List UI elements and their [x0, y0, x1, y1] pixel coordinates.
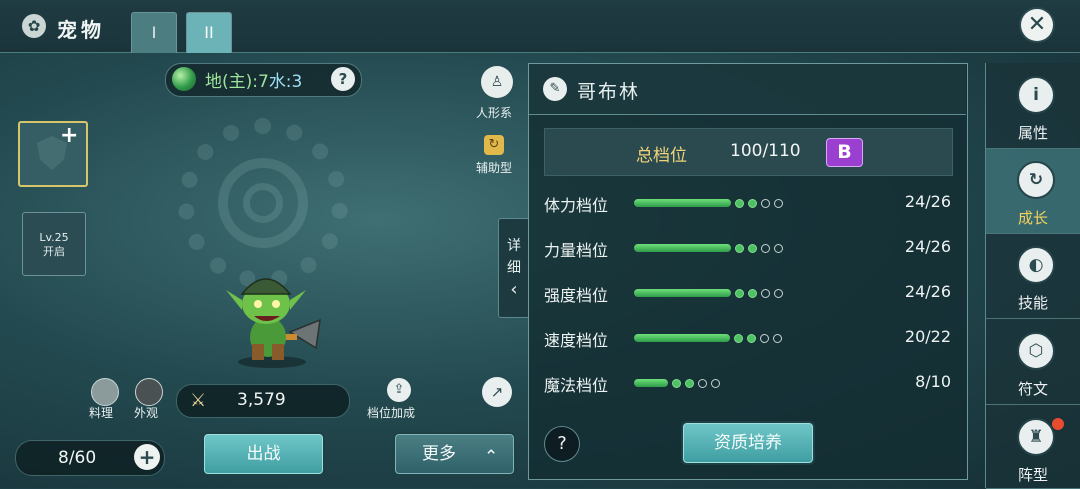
info-icon: i [1017, 76, 1055, 114]
cooking-icon[interactable] [91, 378, 119, 406]
crossed-swords-icon: ⚔ [190, 390, 207, 411]
total-tier-value: 100/110 [730, 141, 801, 161]
detail-tab-char-2: 细 [507, 260, 521, 276]
stat-pip [711, 378, 720, 388]
page-title: 宠物 [57, 18, 105, 42]
stat-value: 20/22 [904, 327, 951, 346]
stat-pip [774, 288, 783, 298]
rune-icon: ⬡ [1017, 332, 1055, 370]
more-button[interactable]: 更多 ⌃ [395, 434, 514, 474]
skill-icon: ◐ [1017, 246, 1055, 284]
support-role-icon[interactable]: ↻ [484, 135, 504, 155]
expand-capacity-button[interactable]: + [134, 444, 160, 470]
humanoid-icon[interactable]: ♙ [481, 66, 513, 98]
formation-icon: ♜ [1017, 418, 1055, 456]
stat-value: 24/26 [904, 237, 951, 256]
pet-name: 哥布林 [577, 81, 641, 103]
stat-pip [734, 333, 743, 343]
locked-slot-status: 开启 [43, 245, 65, 258]
battle-button[interactable]: 出战 [204, 434, 323, 474]
stat-pip [748, 288, 757, 298]
stat-progress-bar [634, 199, 731, 207]
close-icon[interactable]: ✕ [1021, 9, 1053, 41]
stat-progress-bar [634, 244, 731, 252]
appearance-icon[interactable] [135, 378, 163, 406]
background-emblem-core [243, 183, 283, 223]
stat-pip [735, 288, 744, 298]
nav-label: 符文 [1017, 380, 1048, 398]
nav-label: 技能 [1017, 294, 1048, 312]
tab-1[interactable]: I [131, 12, 177, 53]
nav-label: 属性 [1017, 124, 1048, 142]
growth-panel [528, 63, 968, 480]
pet-count-value: 8/60 [58, 448, 97, 468]
stat-pip [761, 243, 770, 253]
stat-pip [748, 198, 757, 208]
chevron-left-icon: ‹ [510, 279, 518, 300]
stat-pip [747, 333, 756, 343]
stat-pip [748, 243, 757, 253]
attribute-help-button[interactable]: ? [331, 67, 355, 91]
stat-pip [672, 378, 681, 388]
appearance-label: 外观 [134, 406, 159, 420]
stat-label: 体力档位 [544, 196, 609, 215]
goblin-pet-figure [226, 278, 321, 368]
pet-slot-locked[interactable]: Lv.25 开启 [22, 212, 86, 276]
stat-value: 8/10 [915, 372, 951, 391]
stat-pip [760, 333, 769, 343]
stat-progress-bar [634, 334, 730, 342]
train-aptitude-button[interactable]: 资质培养 [683, 423, 813, 463]
stat-pip [774, 243, 783, 253]
stat-pip [761, 198, 770, 208]
pet-type-label: 人形系 [475, 106, 512, 120]
growth-icon: ↻ [1017, 161, 1055, 199]
stat-progress-bar [634, 289, 731, 297]
nav-label: 阵型 [1017, 466, 1048, 484]
stat-label: 魔法档位 [544, 376, 609, 395]
grade-badge: B [826, 138, 863, 167]
notification-badge [1052, 418, 1064, 430]
stat-pip [735, 243, 744, 253]
cooking-label: 料理 [89, 406, 114, 420]
stat-value: 24/26 [904, 282, 951, 301]
tier-bonus-icon[interactable]: ⇪ [387, 378, 411, 402]
detail-tab-char-1: 详 [507, 238, 521, 254]
pet-role-label: 辅助型 [475, 161, 512, 175]
growth-help-button[interactable]: ? [544, 426, 580, 462]
tab-2[interactable]: II [186, 12, 232, 53]
detail-toggle-tab[interactable]: 详 细 ‹ [498, 218, 529, 318]
element-globe-icon [172, 67, 196, 91]
stat-pip [761, 288, 770, 298]
locked-slot-level: Lv.25 [39, 231, 69, 244]
stat-value: 24/26 [904, 192, 951, 211]
stat-label: 强度档位 [544, 286, 609, 305]
stat-pip [685, 378, 694, 388]
share-icon[interactable]: ↗ [482, 377, 512, 407]
chevron-up-icon: ⌃ [484, 447, 499, 467]
stat-label: 速度档位 [544, 331, 609, 350]
stat-pip [773, 333, 782, 343]
pet-paw-icon: ✿ [22, 14, 46, 38]
tier-bonus-label: 档位加成 [367, 406, 416, 420]
combat-power-value: 3,579 [237, 390, 286, 410]
stat-label: 力量档位 [544, 241, 609, 260]
nav-label: 成长 [1017, 209, 1048, 227]
stat-pip [774, 198, 783, 208]
stat-progress-bar [634, 379, 668, 387]
element-attribute-text: 地(主):7水:3 [205, 72, 303, 92]
stat-pip [698, 378, 707, 388]
rename-pencil-icon[interactable]: ✎ [543, 77, 567, 101]
stat-pip [735, 198, 744, 208]
total-tier-label: 总档位 [636, 146, 687, 166]
more-button-label: 更多 [422, 444, 456, 464]
add-pet-plus-icon[interactable]: + [60, 123, 78, 148]
